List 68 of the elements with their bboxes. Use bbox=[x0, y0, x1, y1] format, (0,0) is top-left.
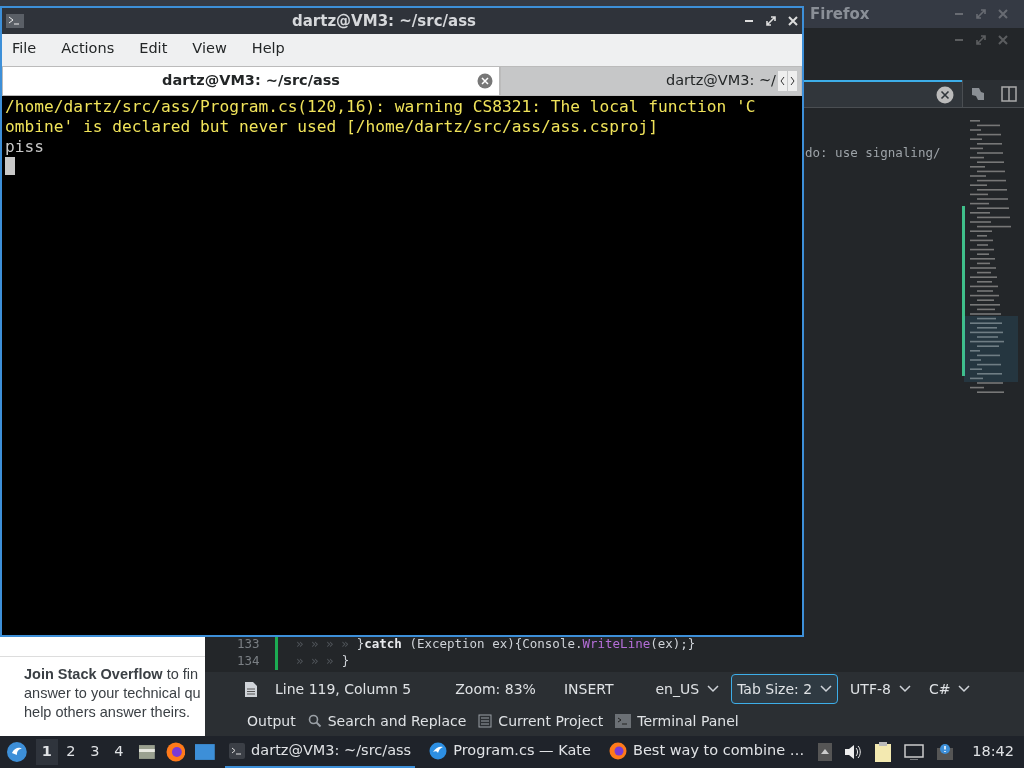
chevron-down-icon bbox=[820, 685, 833, 693]
network-icon[interactable] bbox=[904, 744, 925, 760]
speaker-icon[interactable] bbox=[844, 744, 863, 760]
editor-tab[interactable] bbox=[804, 80, 962, 108]
task-button[interactable]: dartz@VM3: ~/src/ass bbox=[225, 736, 416, 768]
chevron-down-icon bbox=[898, 685, 911, 693]
panel-button[interactable]: Search and Replace bbox=[307, 710, 467, 732]
scroll-left-icon[interactable] bbox=[778, 71, 787, 91]
split-view-icon[interactable] bbox=[1000, 85, 1017, 102]
terminal-line: piss bbox=[5, 137, 44, 157]
chevron-down-icon bbox=[958, 685, 971, 693]
line-number: 133 bbox=[237, 635, 261, 654]
code-line: } bbox=[341, 652, 350, 671]
workspace-button[interactable]: 3 bbox=[83, 739, 106, 765]
bird-icon bbox=[429, 742, 448, 760]
browser-icon[interactable] bbox=[165, 742, 186, 762]
chevron-down-icon bbox=[707, 685, 720, 693]
status-dropdown[interactable]: en_US bbox=[649, 674, 726, 704]
workspace-button[interactable]: 4 bbox=[107, 739, 130, 765]
code-line: do: use signaling/ bbox=[805, 144, 941, 162]
close-icon[interactable] bbox=[936, 85, 954, 104]
panel-button[interactable]: Terminal Panel bbox=[615, 710, 739, 732]
tools-icon[interactable] bbox=[970, 85, 987, 102]
window-icon[interactable] bbox=[195, 744, 216, 760]
indent-marker: » » » » bbox=[296, 635, 349, 654]
promo-text: Join Stack Overflow to fin answer to your technical qu help others answer theirs. bbox=[23, 665, 202, 722]
maximize-icon[interactable] bbox=[766, 16, 776, 26]
workspace-button[interactable]: 1 bbox=[35, 739, 58, 765]
clipboard-icon[interactable] bbox=[874, 742, 893, 762]
terminal-icon bbox=[6, 14, 24, 28]
menu-item[interactable]: View bbox=[192, 38, 227, 60]
status-text: Zoom: 83% bbox=[455, 679, 536, 699]
clock: 18:42 bbox=[972, 742, 1014, 762]
terminal-cursor bbox=[5, 157, 15, 175]
line-number: 134 bbox=[237, 652, 261, 671]
start-menu-icon[interactable] bbox=[6, 741, 28, 763]
terminal-icon bbox=[615, 714, 632, 728]
status-dropdown[interactable]: Tab Size: 2 bbox=[731, 674, 839, 704]
file-manager-icon[interactable] bbox=[137, 743, 156, 761]
terminal-icon bbox=[229, 743, 246, 759]
terminal-tab[interactable]: dartz@VM3: ~/ bbox=[500, 66, 802, 96]
panel-button[interactable]: Current Project bbox=[478, 710, 604, 732]
menu-item[interactable]: File bbox=[12, 38, 37, 60]
close-icon[interactable] bbox=[788, 16, 798, 26]
document-icon bbox=[245, 681, 257, 697]
status-text: INSERT bbox=[563, 679, 614, 699]
task-button[interactable]: Program.cs — Kate bbox=[425, 736, 595, 768]
menu-item[interactable]: Actions bbox=[61, 38, 115, 60]
search-icon bbox=[307, 714, 322, 728]
window-title: Firefox bbox=[810, 3, 870, 25]
menu-item[interactable]: Help bbox=[251, 38, 285, 60]
terminal-line: /home/dartz/src/ass/Program.cs(120,16): warning CS8321: The local function 'C bbox=[5, 97, 756, 117]
status-dropdown[interactable]: C# bbox=[922, 674, 977, 704]
workspace-button[interactable]: 2 bbox=[59, 739, 82, 765]
browser-icon bbox=[608, 742, 627, 760]
close-icon[interactable] bbox=[477, 73, 493, 89]
terminal-line: ombine' is declared but never used [/home/dartz/src/ass/ass.csproj] bbox=[5, 117, 658, 137]
scroll-right-icon[interactable] bbox=[788, 71, 797, 91]
terminal-tab[interactable]: dartz@VM3: ~/src/ass bbox=[2, 66, 500, 96]
status-dropdown[interactable]: UTF-8 bbox=[844, 674, 917, 704]
code-line: }catch (Exception ex){Console.WriteLine(ex);} bbox=[356, 635, 696, 654]
task-button[interactable]: Best way to combine … bbox=[604, 736, 809, 768]
menu-item[interactable]: Edit bbox=[139, 38, 168, 60]
status-text: Line 119, Column 5 bbox=[275, 679, 412, 699]
indent-marker: » » » bbox=[296, 652, 334, 671]
list-icon bbox=[478, 714, 493, 728]
window-title: dartz@VM3: ~/src/ass bbox=[290, 10, 478, 32]
panel-button[interactable]: Output bbox=[247, 710, 296, 732]
